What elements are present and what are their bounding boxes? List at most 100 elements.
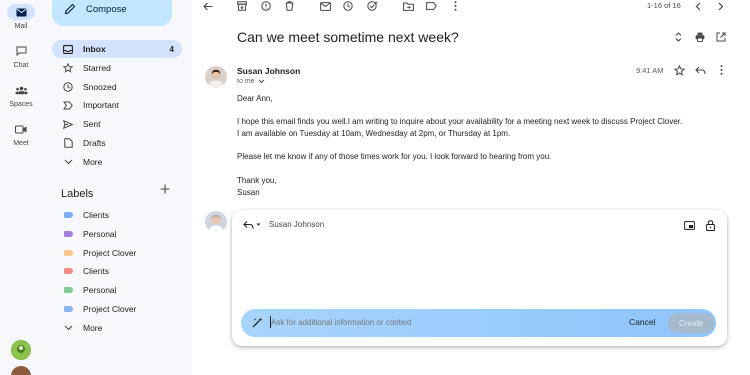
nav-item-sent[interactable]: Sent: [52, 115, 182, 133]
sender-name: Susan Johnson: [237, 66, 301, 76]
help-me-write-bar: Cancel Create: [241, 309, 716, 337]
label-item-project-clover-2[interactable]: Project Clover: [52, 300, 182, 318]
rail-item-meet[interactable]: Meet: [0, 121, 42, 147]
my-avatar: [205, 211, 227, 233]
chevron-down-icon: [62, 159, 74, 165]
nav-item-more[interactable]: More: [52, 153, 182, 171]
recipient-label: to me: [237, 78, 255, 85]
nav-item-important[interactable]: Important: [52, 96, 182, 114]
email-paragraph: I am available on Tuesday at 10am, Wedne…: [237, 129, 511, 138]
email-paragraph: I hope this email finds you well.I am wr…: [237, 117, 683, 126]
reply-type-dropdown[interactable]: [243, 220, 263, 230]
label-tag: [63, 231, 73, 237]
rail-item-mail[interactable]: Mail: [0, 4, 42, 30]
label-item-clients-2[interactable]: Clients: [52, 262, 182, 280]
reply-icon[interactable]: [694, 64, 706, 76]
print-icon[interactable]: [694, 31, 706, 43]
delete-icon[interactable]: [283, 0, 295, 12]
nav-label-important: Important: [83, 100, 119, 110]
rail-item-chat[interactable]: Chat: [0, 43, 42, 69]
label-name: Personal: [83, 285, 117, 295]
inbox-icon: [62, 44, 74, 54]
label-icon: [62, 231, 74, 237]
labels-heading: Labels: [61, 188, 94, 200]
snooze-icon[interactable]: [342, 0, 354, 12]
nav-item-starred[interactable]: Starred: [52, 59, 182, 77]
pager-count: 1-16 of 16: [647, 1, 681, 10]
email-time: 9:41 AM: [636, 66, 664, 75]
email-signoff: Thank you,: [237, 176, 277, 185]
rail-label-meet: Meet: [13, 140, 29, 147]
label-icon: [62, 250, 74, 256]
report-spam-icon[interactable]: [260, 0, 272, 12]
reply-compose-box[interactable]: Susan Johnson Cancel Create: [232, 210, 727, 346]
pencil-icon: [64, 3, 76, 15]
account-avatar[interactable]: [11, 340, 31, 360]
label-item-personal-2[interactable]: Personal: [52, 281, 182, 299]
label-name: Clients: [83, 210, 109, 220]
mark-unread-icon[interactable]: [319, 0, 331, 12]
more-vert-icon[interactable]: [449, 0, 461, 12]
nav-label-snoozed: Snoozed: [83, 82, 117, 92]
back-arrow-icon[interactable]: [202, 0, 214, 12]
label-tag: [63, 268, 73, 274]
nav-item-snoozed[interactable]: Snoozed: [52, 78, 182, 96]
add-label-button[interactable]: [160, 184, 170, 194]
label-icon[interactable]: [425, 0, 437, 12]
cancel-button[interactable]: Cancel: [629, 317, 655, 327]
plus-icon: [160, 184, 170, 194]
chevron-down-icon: [258, 79, 265, 84]
label-item-personal[interactable]: Personal: [52, 225, 182, 243]
inbox-count: 4: [169, 44, 174, 54]
label-name: Project Clover: [83, 304, 137, 314]
rail-item-spaces[interactable]: Spaces: [0, 82, 42, 108]
label-item-clients[interactable]: Clients: [52, 206, 182, 224]
create-button[interactable]: Create: [668, 313, 714, 333]
label-item-project-clover[interactable]: Project Clover: [52, 244, 182, 262]
chevron-left-icon[interactable]: [692, 0, 704, 12]
label-name: Personal: [83, 229, 117, 239]
nav-item-drafts[interactable]: Drafts: [52, 134, 182, 152]
star-icon[interactable]: [673, 64, 685, 76]
lock-icon[interactable]: [706, 220, 715, 231]
label-icon: [62, 287, 74, 293]
archive-icon[interactable]: [236, 0, 248, 12]
label-name: Clients: [83, 266, 109, 276]
pop-out-icon[interactable]: [684, 221, 695, 230]
email-greeting: Dear Ann,: [237, 94, 273, 103]
chevron-right-icon[interactable]: [715, 0, 727, 12]
nav-label-more: More: [83, 157, 103, 167]
label-icon: [62, 212, 74, 218]
send-icon: [62, 119, 74, 129]
compose-label: Compose: [86, 3, 127, 15]
labels-more[interactable]: More: [52, 319, 182, 337]
app-rail: Mail Chat Spaces Meet: [0, 0, 42, 375]
ai-prompt-input[interactable]: [271, 318, 611, 327]
email-subject: Can we meet sometime next week?: [237, 29, 459, 45]
reply-recipient[interactable]: Susan Johnson: [269, 220, 324, 229]
labels-more-label: More: [83, 323, 103, 333]
nav-label-starred: Starred: [83, 63, 111, 73]
chat-icon: [7, 43, 35, 59]
clock-icon: [62, 82, 74, 92]
label-tag: [63, 212, 73, 218]
label-tag: [63, 250, 73, 256]
sender-avatar[interactable]: [205, 66, 227, 88]
label-tag: [63, 306, 73, 312]
meet-icon: [7, 121, 35, 137]
nav-item-inbox[interactable]: Inbox 4: [52, 40, 182, 58]
spaces-icon: [7, 82, 35, 98]
add-task-icon[interactable]: [366, 0, 378, 12]
move-to-icon[interactable]: [402, 0, 414, 12]
compose-button[interactable]: Compose: [52, 0, 172, 26]
open-new-window-icon[interactable]: [715, 31, 727, 43]
message-view: 1-16 of 16 Can we meet sometime next wee…: [192, 0, 750, 375]
rail-label-spaces: Spaces: [9, 101, 33, 108]
more-vert-icon[interactable]: [715, 64, 727, 76]
left-nav: Compose Inbox 4 Starred Snoozed Importan…: [42, 0, 192, 375]
expand-collapse-icon[interactable]: [672, 31, 684, 43]
label-icon: [62, 306, 74, 312]
profile-avatar[interactable]: [11, 366, 31, 375]
email-signature: Susan: [237, 188, 260, 197]
recipient-details[interactable]: to me: [237, 78, 265, 85]
